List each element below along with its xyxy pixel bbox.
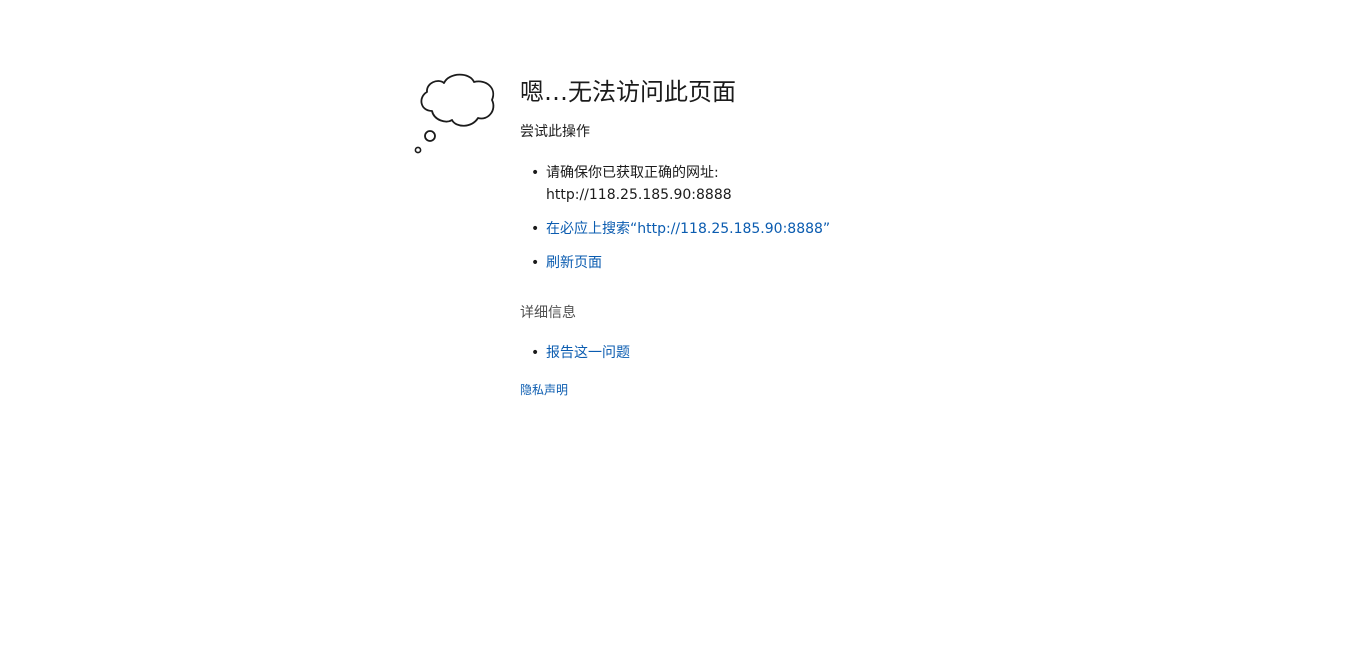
details-heading: 详细信息 bbox=[520, 305, 576, 321]
privacy-statement: 隐私声明 bbox=[520, 382, 1080, 398]
thought-cloud-icon bbox=[414, 73, 495, 154]
refresh-page-link[interactable]: 刷新页面 bbox=[546, 255, 602, 271]
ensure-address-label: 请确保你已获取正确的网址: bbox=[546, 165, 719, 181]
address-text: http://118.25.185.90:8888 bbox=[546, 187, 732, 203]
try-this-heading: 尝试此操作 bbox=[520, 124, 590, 140]
bullet: • bbox=[531, 165, 540, 181]
bullet: • bbox=[531, 255, 540, 271]
list-item: • 报告这一问题 bbox=[520, 342, 1080, 364]
bullet: • bbox=[531, 345, 540, 361]
list-item: • 请确保你已获取正确的网址: http://118.25.185.90:888… bbox=[520, 162, 1080, 206]
error-page: 嗯…无法访问此页面 尝试此操作 • 请确保你已获取正确的网址: http://1… bbox=[0, 0, 1366, 655]
error-content: 嗯…无法访问此页面 尝试此操作 • 请确保你已获取正确的网址: http://1… bbox=[520, 76, 1080, 398]
list-item: • 刷新页面 bbox=[520, 252, 1080, 274]
page-title: 嗯…无法访问此页面 bbox=[520, 78, 736, 106]
search-bing-link[interactable]: 在必应上搜索“http://118.25.185.90:8888” bbox=[546, 221, 830, 237]
report-problem-link[interactable]: 报告这一问题 bbox=[546, 345, 630, 361]
bullet: • bbox=[531, 221, 540, 237]
suggestions-list: • 请确保你已获取正确的网址: http://118.25.185.90:888… bbox=[520, 162, 1080, 274]
list-item: • 在必应上搜索“http://118.25.185.90:8888” bbox=[520, 218, 1080, 240]
details-list: • 报告这一问题 bbox=[520, 342, 1080, 364]
privacy-statement-link[interactable]: 隐私声明 bbox=[520, 383, 568, 397]
